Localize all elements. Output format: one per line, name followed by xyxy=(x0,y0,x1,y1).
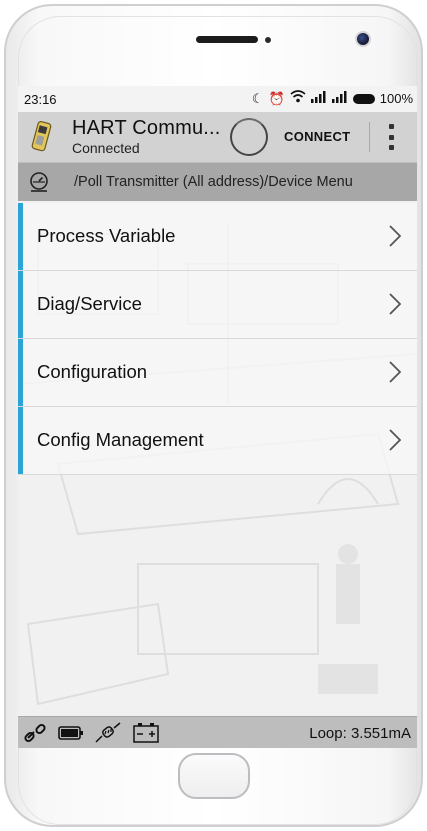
chevron-right-icon xyxy=(389,293,401,315)
loop-current-readout: Loop: 3.551mA xyxy=(309,725,411,742)
accent-bar xyxy=(18,271,23,338)
chevron-right-icon xyxy=(389,429,401,451)
menu-item-label: Process Variable xyxy=(37,225,176,246)
accent-bar xyxy=(18,203,23,270)
alarm-icon: ⏰ xyxy=(268,90,285,106)
moon-icon: ☾ xyxy=(251,90,264,106)
menu-item-process-variable[interactable]: Process Variable xyxy=(18,203,417,271)
connection-status: Connected xyxy=(72,140,140,156)
more-vert-icon[interactable] xyxy=(386,124,396,150)
gauge-icon[interactable] xyxy=(27,170,51,194)
battery-percent: 100% xyxy=(379,90,413,106)
chevron-right-icon xyxy=(389,361,401,383)
accent-bar xyxy=(18,407,23,474)
status-icons: ☾ ⏰ 100% xyxy=(252,90,413,107)
power-supply-icon[interactable] xyxy=(132,722,160,744)
status-time: 23:16 xyxy=(24,92,57,107)
connect-button[interactable]: CONNECT xyxy=(284,129,350,144)
wifi-icon xyxy=(290,90,306,107)
signal-icon xyxy=(310,90,327,107)
app-bar: HART Commu... Connected CONNECT xyxy=(18,112,417,163)
menu-item-label: Config Management xyxy=(37,429,204,450)
home-button[interactable] xyxy=(178,753,250,799)
bottom-status-bar: Loop: 3.551mA xyxy=(18,716,417,748)
breadcrumb-path: /Poll Transmitter (All address)/Device M… xyxy=(74,174,353,190)
chevron-right-icon xyxy=(389,225,401,247)
device-menu-list: Process Variable Diag/Service Configurat… xyxy=(18,203,417,475)
signal-icon-2 xyxy=(331,90,348,107)
divider xyxy=(369,122,370,152)
app-title: HART Commu... xyxy=(72,117,221,139)
menu-item-label: Diag/Service xyxy=(37,293,142,314)
menu-item-label: Configuration xyxy=(37,361,148,382)
menu-item-configuration[interactable]: Configuration xyxy=(18,339,417,407)
loading-spinner xyxy=(230,118,268,156)
status-bar: 23:16 ☾ ⏰ 100% xyxy=(18,86,417,112)
menu-item-config-management[interactable]: Config Management xyxy=(18,407,417,475)
earpiece-speaker xyxy=(196,36,258,43)
app-screen: 23:16 ☾ ⏰ 100% HART Commu... Connected C… xyxy=(18,86,417,748)
accent-bar xyxy=(18,339,23,406)
battery-icon[interactable] xyxy=(58,722,84,744)
breadcrumb: /Poll Transmitter (All address)/Device M… xyxy=(18,163,417,201)
front-camera xyxy=(355,31,371,47)
menu-item-diag-service[interactable]: Diag/Service xyxy=(18,271,417,339)
hart-communicator-icon xyxy=(31,120,52,152)
resistor-icon[interactable] xyxy=(94,722,122,744)
link-icon[interactable] xyxy=(24,722,48,744)
battery-icon xyxy=(352,93,375,104)
proximity-sensor xyxy=(265,37,271,43)
